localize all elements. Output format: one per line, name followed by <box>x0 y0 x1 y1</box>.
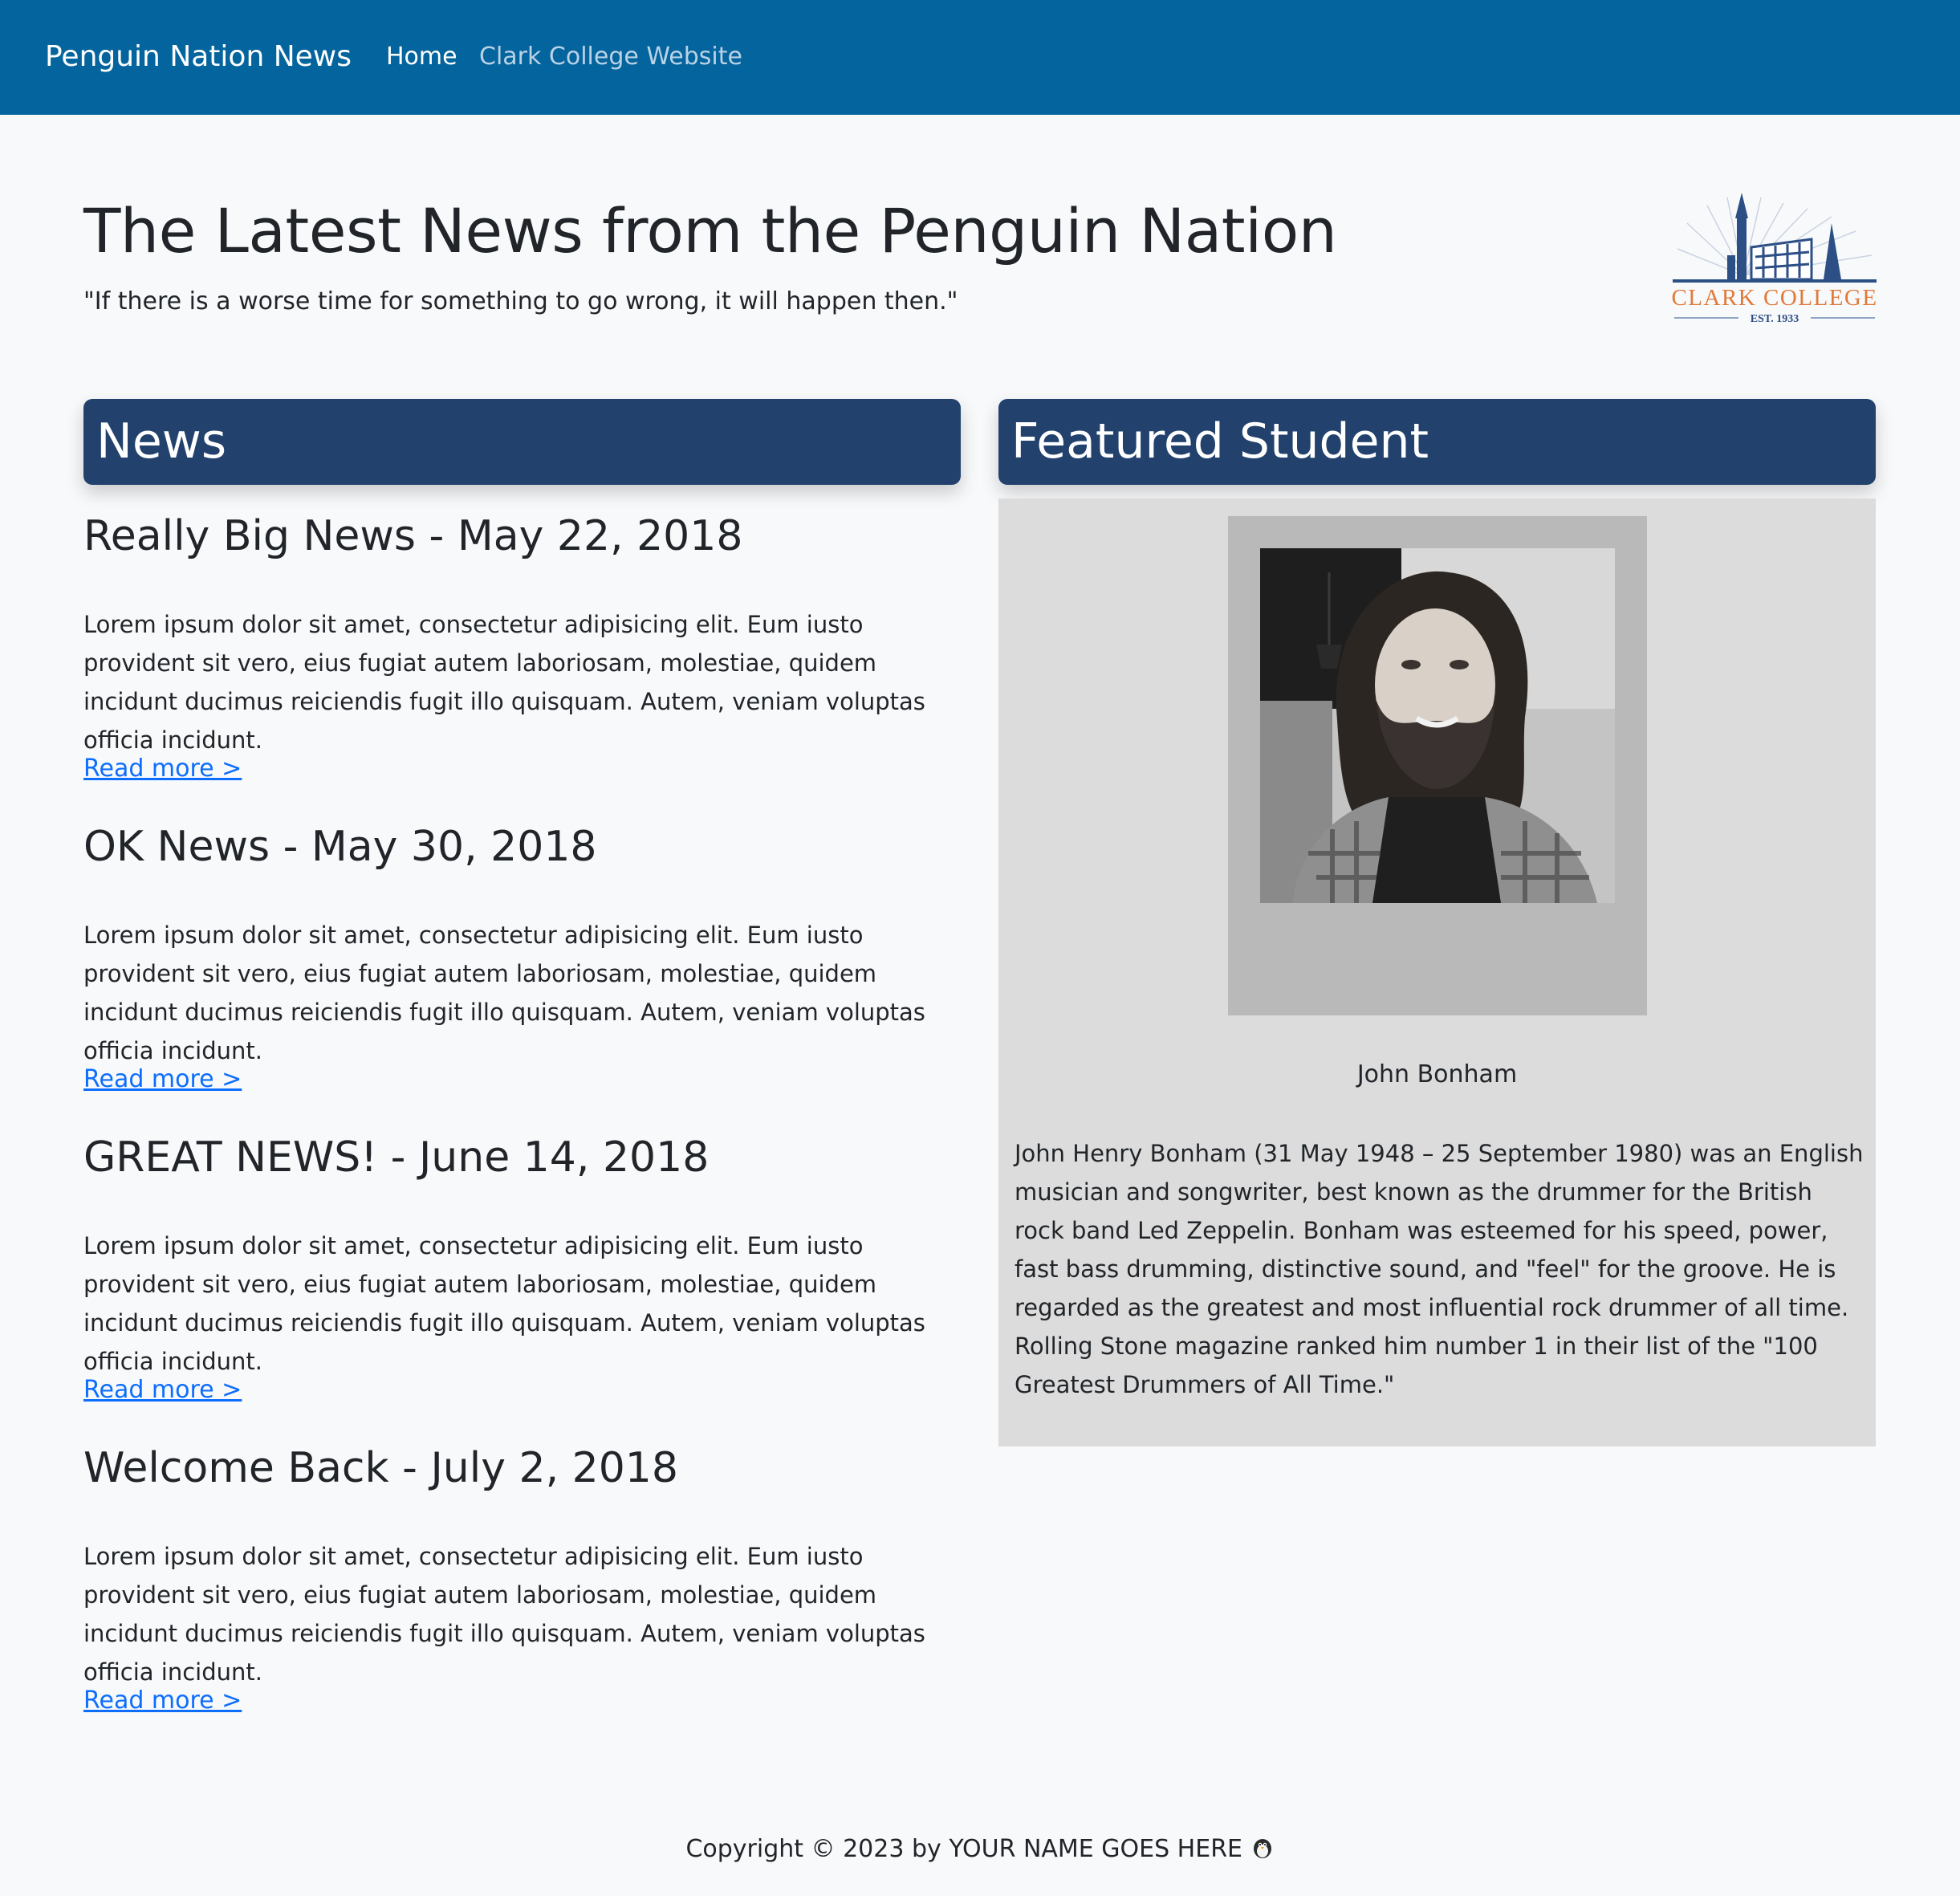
news-article-title: GREAT NEWS! - June 14, 2018 <box>83 1133 710 1182</box>
news-article-title: Welcome Back - July 2, 2018 <box>83 1444 678 1492</box>
footer-copyright: Copyright © 2023 by YOUR NAME GOES HERE <box>685 1835 1242 1863</box>
featured-student-card: John Bonham John Henry Bonham (31 May 19… <box>998 498 1876 1446</box>
featured-student-header: Featured Student <box>998 399 1876 485</box>
featured-student-name: John Bonham <box>1356 1060 1518 1088</box>
logo-wordmark: CLARK COLLEGE <box>1671 285 1877 311</box>
read-more-link[interactable]: Read more > <box>83 1685 242 1717</box>
logo-tower <box>1727 193 1748 279</box>
news-article-body: Lorem ipsum dolor sit amet, consectetur … <box>83 611 925 754</box>
student-photo <box>1260 548 1615 903</box>
logo-tree <box>1824 223 1841 279</box>
page-title: The Latest News from the Penguin Nation <box>83 195 1337 266</box>
news-article-title: OK News - May 30, 2018 <box>83 823 597 871</box>
news-article: GREAT NEWS! - June 14, 2018 Lorem ipsum … <box>83 1132 961 1404</box>
read-more-link[interactable]: Read more > <box>83 753 242 785</box>
read-more-link[interactable]: Read more > <box>83 1374 242 1406</box>
logo-divider-top <box>1673 279 1877 283</box>
news-article: OK News - May 30, 2018 Lorem ipsum dolor… <box>83 821 961 1093</box>
news-article: Welcome Back - July 2, 2018 Lorem ipsum … <box>83 1442 961 1715</box>
student-photo-illustration <box>1260 548 1615 903</box>
brand-link[interactable]: Penguin Nation News <box>45 35 352 79</box>
logo-established: EST. 1933 <box>1751 313 1799 324</box>
news-article-body: Lorem ipsum dolor sit amet, consectetur … <box>83 1543 925 1686</box>
logo-building <box>1750 238 1813 281</box>
page-tagline: "If there is a worse time for something … <box>83 287 958 315</box>
featured-student-bio: John Henry Bonham (31 May 1948 – 25 Sept… <box>1015 1140 1864 1398</box>
read-more-link[interactable]: Read more > <box>83 1064 242 1096</box>
news-article-body: Lorem ipsum dolor sit amet, consectetur … <box>83 1232 925 1375</box>
news-article-body: Lorem ipsum dolor sit amet, consectetur … <box>83 922 925 1064</box>
penguin-icon <box>1253 1839 1271 1858</box>
nav-link-clark-college-website[interactable]: Clark College Website <box>479 39 742 75</box>
student-photo-frame <box>1228 516 1647 1015</box>
news-article-title: Really Big News - May 22, 2018 <box>83 512 743 560</box>
news-article: Really Big News - May 22, 2018 Lorem ips… <box>83 511 961 783</box>
page-footer: Copyright © 2023 by YOUR NAME GOES HERE <box>0 1832 1960 1867</box>
top-navbar: Penguin Nation News Home Clark College W… <box>0 0 1960 115</box>
news-section-header: News <box>83 399 961 485</box>
nav-link-home[interactable]: Home <box>386 39 457 75</box>
clark-college-logo: CLARK COLLEGE EST. 1933 <box>1671 193 1877 324</box>
